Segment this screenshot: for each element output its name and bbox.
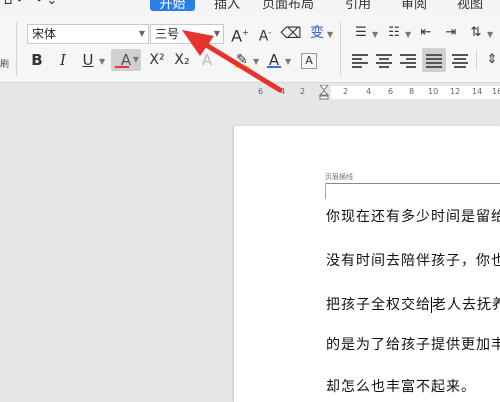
line-spacing-icon[interactable]: ⇕ bbox=[481, 49, 500, 71]
align-center-icon[interactable] bbox=[376, 52, 392, 70]
tab-references[interactable]: 引用 bbox=[345, 0, 371, 12]
ruler-tick: 8 bbox=[409, 87, 415, 96]
character-border-icon[interactable]: A bbox=[301, 53, 317, 69]
ruler-tick: 12 bbox=[450, 87, 461, 96]
italic-button[interactable]: I bbox=[52, 49, 74, 71]
quick-access-icons[interactable]: ⌂ ↶ ↷ ⌄ bbox=[4, 0, 57, 8]
header-divider bbox=[325, 183, 500, 184]
paragraph-line-4[interactable]: 的是为了给孩子提供更加丰 bbox=[326, 334, 500, 354]
pinyin-label: 变 bbox=[310, 25, 324, 41]
ruler-tick: 10 bbox=[428, 87, 439, 96]
increase-indent-icon[interactable]: ⇥ bbox=[440, 22, 462, 44]
tab-review[interactable]: 审阅 bbox=[401, 0, 427, 12]
chevron-down-icon[interactable]: ▼ bbox=[372, 30, 378, 39]
ruler-tick: 2 bbox=[300, 87, 306, 96]
indent-marker-icon[interactable] bbox=[319, 85, 329, 100]
paragraph-line-2[interactable]: 没有时间去陪伴孩子，你也 bbox=[326, 250, 500, 270]
align-left-icon[interactable] bbox=[352, 52, 368, 70]
format-painter-label[interactable]: 刷 bbox=[0, 57, 9, 70]
ruler-tick: 6 bbox=[388, 87, 394, 96]
chevron-down-icon[interactable]: ▼ bbox=[405, 30, 411, 39]
paragraph-line-3[interactable]: 把孩子全权交给老人去抚养 bbox=[326, 294, 500, 314]
ruler-tick: 14 bbox=[472, 87, 483, 96]
bold-button[interactable]: B bbox=[26, 49, 48, 71]
page-header-text: 页眉横线 bbox=[325, 173, 353, 181]
sort-icon[interactable]: ⇅ bbox=[465, 22, 487, 44]
chevron-down-icon[interactable]: ▼ bbox=[327, 30, 333, 39]
color-bar bbox=[115, 66, 129, 68]
ruler-tick: 2 bbox=[343, 87, 349, 96]
align-right-icon[interactable] bbox=[400, 52, 416, 70]
text-effect-button[interactable]: A ▼ bbox=[111, 49, 141, 71]
pinyin-guide-icon[interactable]: 变 bbox=[306, 22, 328, 44]
document-page[interactable]: 页眉横线 你现在还有多少时间是留给 没有时间去陪伴孩子，你也 把孩子全权交给老人… bbox=[234, 126, 500, 402]
text-cursor bbox=[431, 297, 432, 313]
font-name-value: 宋体 bbox=[32, 27, 57, 41]
justify-button[interactable] bbox=[422, 48, 446, 72]
chevron-down-icon[interactable]: ▼ bbox=[99, 57, 105, 66]
ruler-tick: 16 bbox=[492, 87, 500, 96]
tab-insert[interactable]: 插入 bbox=[214, 0, 240, 12]
chevron-down-icon[interactable]: ▼ bbox=[487, 30, 493, 39]
margin-corner-mark bbox=[325, 183, 326, 199]
paragraph-line-1[interactable]: 你现在还有多少时间是留给 bbox=[326, 206, 500, 226]
ruler-tick: 4 bbox=[366, 87, 372, 96]
underline-button[interactable]: U bbox=[77, 49, 99, 71]
tab-view[interactable]: 视图 bbox=[457, 0, 483, 12]
annotation-arrow-icon bbox=[182, 30, 283, 93]
paragraph-line-5[interactable]: 却怎么也丰富不起来。 bbox=[326, 376, 476, 396]
numbered-list-icon[interactable]: ☷ bbox=[383, 22, 405, 44]
bullet-list-icon[interactable]: ☰ bbox=[350, 22, 372, 44]
distributed-align-icon[interactable] bbox=[452, 52, 468, 70]
font-size-value: 三号 bbox=[155, 27, 180, 41]
superscript-button[interactable]: X² bbox=[146, 49, 168, 71]
menu-bar: ⌂ ↶ ↷ ⌄ 开始 插入 页面布局 引用 审阅 视图 bbox=[0, 0, 500, 12]
tab-home[interactable]: 开始 bbox=[150, 0, 195, 12]
font-name-select[interactable]: 宋体 ▼ bbox=[27, 24, 149, 44]
justify-icon bbox=[426, 52, 442, 70]
chevron-down-icon: ▼ bbox=[138, 29, 145, 38]
decrease-indent-icon[interactable]: ⇤ bbox=[415, 22, 437, 44]
tab-page-layout[interactable]: 页面布局 bbox=[262, 0, 314, 12]
